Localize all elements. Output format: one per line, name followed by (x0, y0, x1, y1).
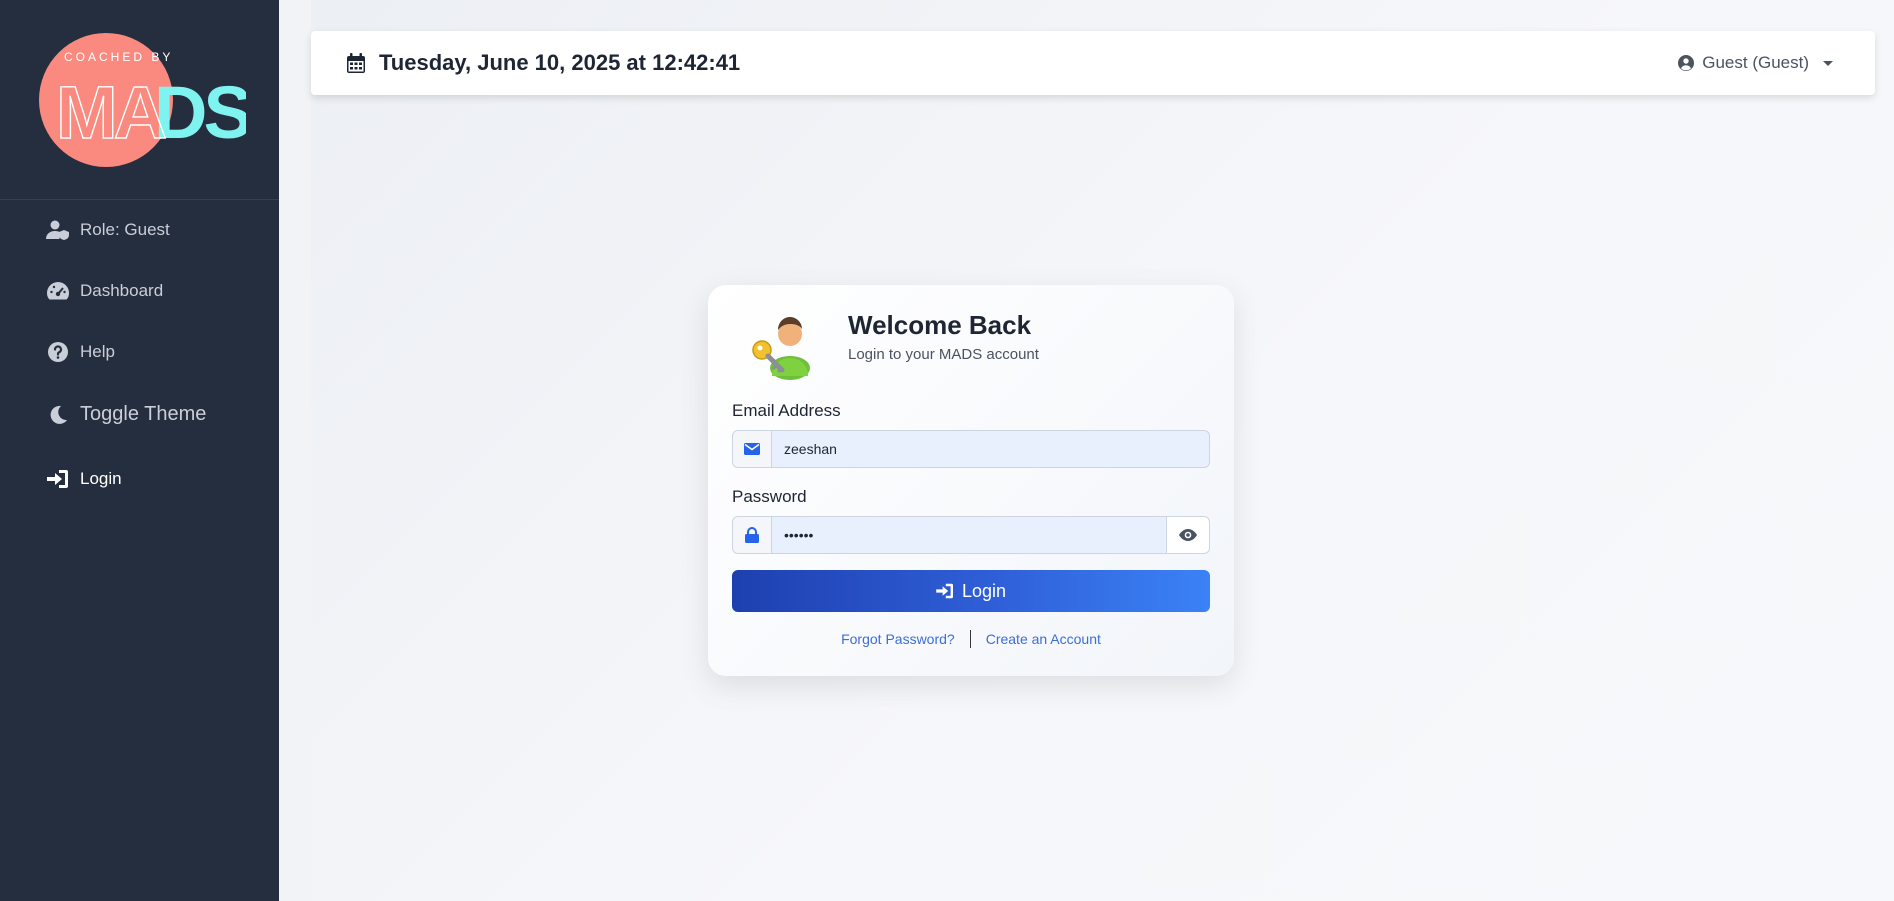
email-input-group (732, 430, 1210, 468)
sign-in-icon (46, 468, 70, 490)
caret-down-icon (1823, 60, 1833, 66)
auth-links: Forgot Password? Create an Account (708, 630, 1234, 648)
sidebar-item-label: Role: Guest (80, 220, 170, 239)
speedometer-icon (46, 280, 70, 302)
password-input-group (732, 516, 1166, 554)
password-label: Password (732, 487, 807, 506)
login-subtitle: Login to your MADS account (848, 346, 1039, 363)
user-shield-icon (46, 219, 70, 241)
link-separator (969, 630, 971, 648)
forgot-password-link[interactable]: Forgot Password? (841, 631, 955, 647)
sign-in-icon (936, 583, 954, 599)
login-submit-button[interactable]: Login (732, 570, 1210, 612)
sidebar-item-label: Help (80, 342, 115, 361)
datetime-display: Tuesday, June 10, 2025 at 12:42:41 (347, 31, 740, 95)
datetime-text: Tuesday, June 10, 2025 at 12:42:41 (379, 50, 741, 75)
email-field[interactable] (772, 431, 1209, 467)
sidebar-item-login[interactable]: Login (46, 468, 122, 490)
svg-text:MA: MA (56, 71, 166, 154)
envelope-icon (733, 431, 772, 467)
calendar-icon (347, 53, 365, 73)
sidebar-divider (0, 199, 279, 200)
sidebar-item-toggle-theme[interactable]: Toggle Theme (46, 403, 206, 426)
top-header: Tuesday, June 10, 2025 at 12:42:41 Guest… (311, 31, 1875, 95)
sidebar-item-dashboard[interactable]: Dashboard (46, 280, 163, 302)
user-key-icon (748, 310, 818, 380)
moon-icon (46, 404, 70, 426)
password-field[interactable] (772, 517, 1166, 553)
login-button-label: Login (961, 580, 1007, 601)
sidebar-item-label: Dashboard (80, 281, 164, 300)
sidebar-item-label: Toggle Theme (80, 403, 207, 425)
create-account-link[interactable]: Create an Account (986, 631, 1101, 647)
lock-icon (733, 517, 772, 553)
svg-text:DS: DS (154, 71, 246, 154)
user-menu-label: Guest (Guest) (1702, 53, 1809, 72)
sidebar-item-help[interactable]: Help (46, 341, 115, 363)
brand-logo[interactable]: COACHED BY DS MA (36, 28, 254, 173)
sidebar: COACHED BY DS MA Role: Guest Dashboard H… (0, 0, 279, 901)
email-label: Email Address (732, 401, 841, 420)
svg-text:COACHED BY: COACHED BY (64, 50, 173, 64)
login-card: Welcome Back Login to your MADS account … (708, 285, 1234, 676)
sidebar-item-role[interactable]: Role: Guest (46, 219, 170, 241)
user-menu-dropdown[interactable]: Guest (Guest) (1678, 31, 1833, 95)
eye-icon (1179, 529, 1197, 541)
toggle-password-visibility-button[interactable] (1166, 516, 1210, 554)
question-circle-icon (46, 341, 70, 363)
user-circle-icon (1678, 55, 1695, 71)
login-title: Welcome Back (848, 310, 1032, 340)
sidebar-item-label: Login (80, 469, 122, 488)
